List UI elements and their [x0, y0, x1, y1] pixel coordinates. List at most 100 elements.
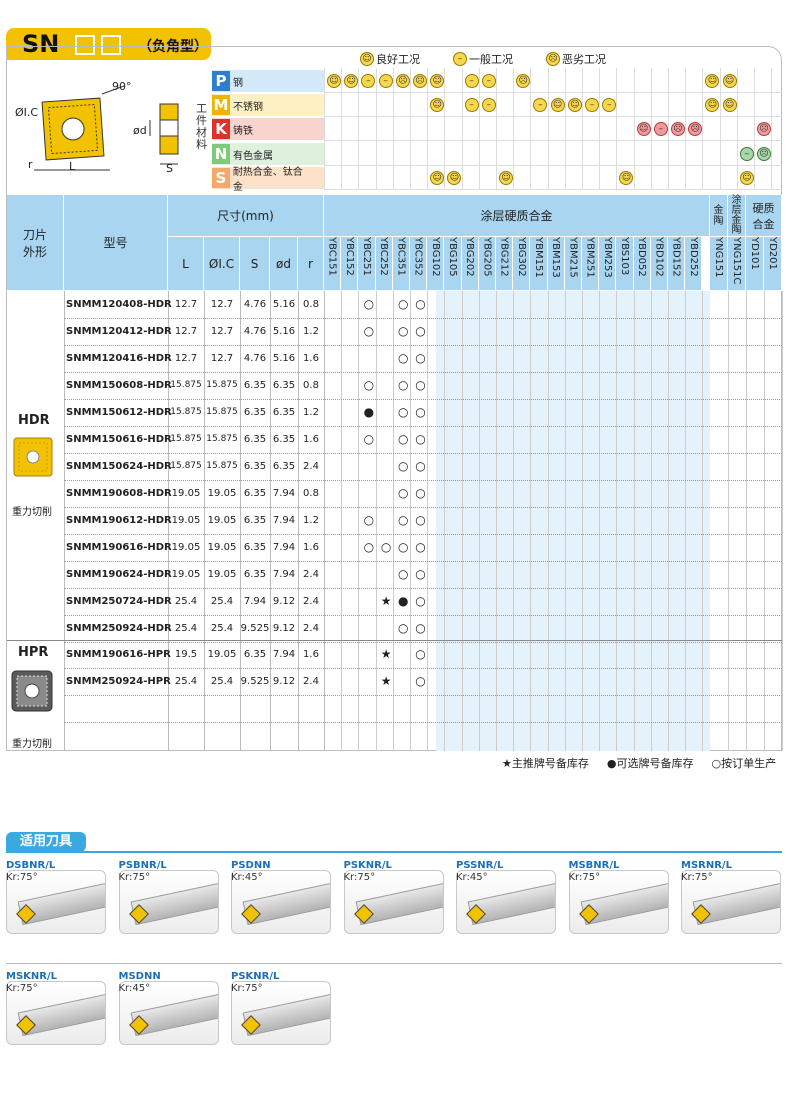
grade-header-ybd152: YBD152 — [668, 237, 686, 291]
dim-cell-r: 1.6 — [303, 353, 319, 364]
dim-cell-s: 6.35 — [243, 515, 267, 526]
tool-kr: Kr:45° — [456, 872, 488, 883]
dim-cell-d: 9.12 — [272, 676, 296, 687]
tool-kr: Kr:75° — [343, 872, 376, 883]
grade-label: YBM153 — [550, 237, 562, 278]
circle-mark: ○ — [363, 324, 375, 338]
tool-kr: Kr:75° — [568, 872, 601, 883]
dim-cell-r: 1.6 — [303, 434, 319, 445]
material-letter-s: S — [212, 168, 230, 188]
dim-col-header: r — [298, 237, 324, 291]
condition-grid-row — [324, 140, 782, 141]
condition-grid-col — [771, 68, 773, 190]
grade-col-line — [782, 291, 783, 751]
grade-header-ybm251: YBM251 — [582, 237, 600, 291]
grade-label: YNG151C — [731, 237, 742, 285]
grade-label: YBS103 — [618, 237, 630, 276]
grade-label: YBG102 — [429, 237, 441, 277]
grade-col-line — [702, 291, 704, 751]
grade-header-yng151c: YNG151C — [728, 237, 746, 291]
circle-mark: ○ — [398, 567, 409, 581]
col-coated-cermet-header: 涂层金陶 — [728, 195, 746, 237]
grade-label: YBC252 — [378, 237, 390, 276]
smile-icon: ☺ — [636, 122, 651, 136]
grade-label: YBG212 — [498, 237, 510, 277]
condition-grid-col — [478, 68, 480, 190]
circle-mark: ○ — [415, 297, 426, 311]
tool-kr: Kr:75° — [681, 872, 713, 883]
condition-grid-col — [719, 68, 721, 190]
condition-grid-col — [599, 68, 601, 190]
circle-mark: ○ — [415, 405, 426, 419]
material-name-n: 有色金属 — [233, 150, 273, 162]
tool-card: MSDNN Kr:45° — [118, 971, 219, 1051]
grade-label: YBM251 — [584, 237, 596, 278]
material-row-n: N 有色金属 — [212, 143, 312, 165]
tool-card: PSSNR/L Kr:45° — [456, 860, 556, 940]
material-name-k: 铸铁 — [233, 125, 253, 137]
condition-grid-col — [461, 68, 463, 190]
dim-cell-d: 9.12 — [272, 596, 296, 607]
grade-label: YBC351 — [395, 237, 407, 276]
smile-icon: ☺ — [722, 98, 737, 112]
dim-cell-r: 2.4 — [303, 461, 319, 472]
dim-d: ød — [133, 124, 147, 137]
grade-col-line — [341, 291, 343, 751]
dim-cell-l: 12.7 — [174, 299, 198, 310]
circle-mark: ○ — [415, 432, 426, 446]
condition-grid-row — [324, 165, 782, 166]
grade-header-ybg105: YBG105 — [444, 237, 462, 291]
dim-cell-r: 1.2 — [303, 326, 319, 337]
material-row-p: P钢 — [212, 70, 312, 92]
tool-card: PSKNR/L Kr:75° — [343, 860, 444, 940]
condition-grid-col — [324, 68, 325, 190]
legend-bad: ☹ 恶劣工况 — [546, 51, 606, 67]
material-letter-p: P — [212, 71, 230, 91]
grade-col-line — [478, 291, 480, 751]
grade-col-line — [685, 291, 687, 751]
grade-label: YBD102 — [653, 237, 665, 277]
footnote-circle: ○按订单生产 — [711, 757, 777, 770]
dim-cell-ic: 25.4 — [210, 596, 234, 607]
dim-cell-s: 4.76 — [243, 326, 267, 337]
dim-cell-d: 5.16 — [272, 353, 296, 364]
dim-cell-s: 6.35 — [243, 649, 267, 660]
dim-cell-s: 9.525 — [240, 676, 270, 687]
neutral-icon: – — [453, 52, 467, 66]
tools-underline — [6, 851, 782, 853]
dim-cell-d: 5.16 — [272, 326, 296, 337]
tool-kr: Kr:75° — [118, 872, 151, 883]
circle-mark: ○ — [415, 459, 426, 473]
model-cell: SNMM120412-HDR — [66, 326, 172, 337]
dim-cell-ic: 12.7 — [210, 299, 234, 310]
condition-grid-col — [702, 68, 704, 190]
dim-cell-l: 15.875 — [170, 380, 202, 390]
material-row-s: S 耐热合金、钛合金 — [212, 167, 312, 193]
condition-grid-col — [685, 68, 687, 190]
dim-cell-s: 6.35 — [243, 407, 267, 418]
material-row-k: K 铸铁 — [212, 118, 312, 140]
smile-icon: ☺ — [360, 52, 374, 66]
grade-header-ybg205: YBG205 — [478, 237, 496, 291]
condition-grid-col — [736, 68, 738, 190]
dim-col-header: ØI.C — [204, 237, 240, 291]
dim-cell-s: 4.76 — [243, 299, 267, 310]
hpr-insert-image — [11, 670, 53, 712]
dim-cell-s: 6.35 — [243, 461, 267, 472]
dim-cell-ic: 12.7 — [210, 353, 234, 364]
model-cell: SNMM150608-HDR — [66, 380, 172, 391]
table-row-divider — [64, 722, 782, 723]
circle-mark: ○ — [415, 647, 426, 661]
col-shape-header: 刀片外形 — [7, 195, 64, 291]
dim-cell-l: 19.05 — [171, 515, 201, 526]
dim-cell-r: 1.2 — [303, 515, 319, 526]
col-carbide-header: 硬质合金 — [746, 195, 782, 237]
star-mark: ★ — [380, 594, 392, 608]
legend-good: ☺ 良好工况 — [360, 51, 420, 67]
grade-header-ybc252: YBC252 — [375, 237, 393, 291]
condition-grid-row — [324, 92, 782, 93]
tool-kr: Kr:75° — [6, 872, 38, 883]
col-coated-header: 涂层硬质合金 — [324, 195, 710, 237]
dim-cell-d: 7.94 — [272, 649, 296, 660]
dim-cell-l: 19.05 — [171, 542, 201, 553]
